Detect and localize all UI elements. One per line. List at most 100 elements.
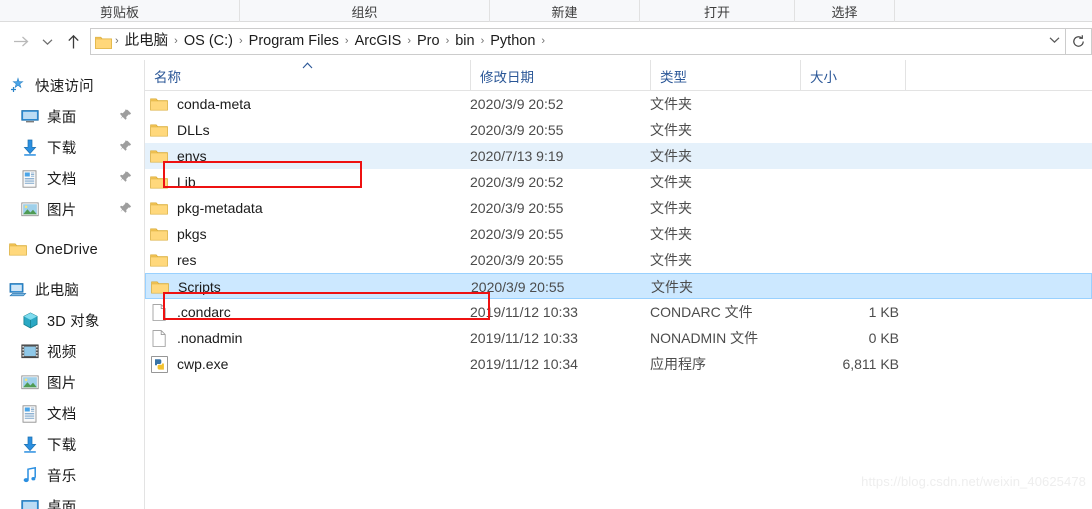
sidebar-item-label: 桌面 bbox=[47, 110, 77, 126]
file-size-cell: 6,811 KB bbox=[842, 356, 899, 372]
folder-icon bbox=[149, 198, 169, 218]
file-name-cell[interactable]: res bbox=[145, 247, 470, 273]
refresh-button[interactable] bbox=[1066, 28, 1092, 55]
file-name-cell[interactable]: envs bbox=[145, 143, 470, 169]
music-icon bbox=[20, 466, 40, 486]
explorer-body: 快速访问 桌面 下载 文档 图片 OneDrive 此电脑 3D 对象 视频 图片 文档 下载 音乐 桌面… bbox=[0, 60, 1092, 509]
sidebar-item-文档[interactable]: 文档 bbox=[0, 163, 144, 194]
sidebar-item-音乐[interactable]: 音乐 bbox=[0, 460, 144, 491]
table-row[interactable]: DLLs 2020/3/9 20:55 文件夹 bbox=[145, 117, 1092, 143]
address-breadcrumb-bar[interactable]: › 此电脑 › OS (C:) › Program Files › ArcGIS › Pro › bi… bbox=[90, 28, 1066, 55]
sidebar-item-3D 对象[interactable]: 3D 对象 bbox=[0, 305, 144, 336]
file-name-cell[interactable]: Scripts bbox=[146, 274, 471, 300]
breadcrumb-item[interactable]: 此电脑 bbox=[120, 29, 174, 54]
file-name-cell[interactable]: pkg-metadata bbox=[145, 195, 470, 221]
videos-icon bbox=[20, 342, 40, 362]
download-icon bbox=[20, 435, 40, 455]
file-size-cell bbox=[800, 117, 905, 143]
chevron-down-icon[interactable] bbox=[1043, 29, 1065, 54]
ribbon-group-label: 新建 bbox=[551, 4, 578, 20]
sidebar-item-文档[interactable]: 文档 bbox=[0, 398, 144, 429]
column-header-1[interactable]: 修改日期 bbox=[470, 60, 650, 91]
ribbon-group-1[interactable]: 组织 bbox=[240, 0, 490, 22]
table-row[interactable]: cwp.exe 2019/11/12 10:34 应用程序 6,811 KB bbox=[145, 351, 1092, 377]
folder-icon bbox=[149, 172, 169, 192]
ribbon-group-0[interactable]: 剪贴板 bbox=[0, 0, 240, 22]
column-header-2[interactable]: 类型 bbox=[650, 60, 800, 91]
sidebar-item-label: 桌面 bbox=[47, 500, 77, 509]
sidebar-item-下载[interactable]: 下载 bbox=[0, 132, 144, 163]
file-name-cell[interactable]: cwp.exe bbox=[145, 351, 470, 377]
file-name-text: pkg-metadata bbox=[177, 200, 263, 216]
file-name-cell[interactable]: conda-meta bbox=[145, 91, 470, 117]
breadcrumb-item[interactable]: Program Files bbox=[244, 29, 344, 54]
sidebar-item-图片[interactable]: 图片 bbox=[0, 367, 144, 398]
navigation-pane[interactable]: 快速访问 桌面 下载 文档 图片 OneDrive 此电脑 3D 对象 视频 图片 文档 下载 音乐 桌面 bbox=[0, 60, 145, 509]
table-row[interactable]: envs 2020/7/13 9:19 文件夹 bbox=[145, 143, 1092, 169]
file-name-cell[interactable]: pkgs bbox=[145, 221, 470, 247]
sidebar-item-OneDrive[interactable]: OneDrive bbox=[0, 234, 144, 265]
table-row[interactable]: .condarc 2019/11/12 10:33 CONDARC 文件 1 KB bbox=[145, 299, 1092, 325]
sidebar-item-桌面[interactable]: 桌面 bbox=[0, 491, 144, 509]
file-type-cell: 文件夹 bbox=[651, 279, 693, 295]
sidebar-item-此电脑[interactable]: 此电脑 bbox=[0, 274, 144, 305]
recent-locations-button[interactable] bbox=[34, 27, 60, 57]
sidebar-item-label: 图片 bbox=[47, 203, 77, 219]
file-size-cell bbox=[800, 91, 905, 117]
file-name-text: .condarc bbox=[177, 304, 231, 320]
ribbon-group-2[interactable]: 新建 bbox=[490, 0, 640, 22]
sidebar-item-视频[interactable]: 视频 bbox=[0, 336, 144, 367]
generic-file-icon bbox=[149, 328, 169, 348]
nav-section-gap bbox=[0, 225, 144, 234]
file-name-text: envs bbox=[177, 148, 207, 164]
breadcrumb-item[interactable]: ArcGIS bbox=[350, 29, 407, 54]
sidebar-item-label: 3D 对象 bbox=[47, 314, 100, 330]
table-row[interactable]: pkgs 2020/3/9 20:55 文件夹 bbox=[145, 221, 1092, 247]
file-size-cell bbox=[800, 143, 905, 169]
breadcrumb-item[interactable]: OS (C:) bbox=[179, 29, 238, 54]
sidebar-item-快速访问[interactable]: 快速访问 bbox=[0, 70, 144, 101]
breadcrumb-item[interactable]: Python bbox=[485, 29, 540, 54]
file-name-cell[interactable]: Lib bbox=[145, 169, 470, 195]
table-row[interactable]: .nonadmin 2019/11/12 10:33 NONADMIN 文件 0 KB bbox=[145, 325, 1092, 351]
table-row[interactable]: conda-meta 2020/3/9 20:52 文件夹 bbox=[145, 91, 1092, 117]
this-pc-icon bbox=[8, 280, 28, 300]
file-name-cell[interactable]: .nonadmin bbox=[145, 325, 470, 351]
up-one-level-button[interactable] bbox=[60, 27, 86, 57]
address-bar-row: › 此电脑 › OS (C:) › Program Files › ArcGIS › Pro › bi… bbox=[0, 23, 1092, 60]
file-type-cell: 文件夹 bbox=[650, 96, 692, 112]
column-divider[interactable] bbox=[905, 60, 915, 91]
table-row[interactable]: Scripts 2020/3/9 20:55 文件夹 bbox=[145, 273, 1092, 299]
forward-button[interactable] bbox=[8, 27, 34, 57]
file-type-cell: 文件夹 bbox=[650, 148, 692, 164]
table-row[interactable]: Lib 2020/3/9 20:52 文件夹 bbox=[145, 169, 1092, 195]
file-size-cell bbox=[800, 195, 905, 221]
pin-icon[interactable] bbox=[120, 201, 132, 219]
pin-icon[interactable] bbox=[120, 139, 132, 157]
column-header-0[interactable]: 名称 bbox=[145, 60, 470, 91]
file-name-cell[interactable]: DLLs bbox=[145, 117, 470, 143]
breadcrumb-item[interactable]: bin bbox=[450, 29, 479, 54]
ribbon-group-4[interactable]: 选择 bbox=[795, 0, 895, 22]
nav-section-gap bbox=[0, 265, 144, 274]
file-name-cell[interactable]: .condarc bbox=[145, 299, 470, 325]
table-row[interactable]: pkg-metadata 2020/3/9 20:55 文件夹 bbox=[145, 195, 1092, 221]
column-header-3[interactable]: 大小 bbox=[800, 60, 905, 91]
folder-icon bbox=[149, 120, 169, 140]
file-rows[interactable]: conda-meta 2020/3/9 20:52 文件夹 DLLs 2020/3/9 … bbox=[145, 91, 1092, 377]
file-date-cell: 2020/3/9 20:55 bbox=[470, 252, 564, 268]
pin-icon[interactable] bbox=[120, 170, 132, 188]
breadcrumb-item[interactable]: Pro bbox=[412, 29, 445, 54]
file-type-cell: 应用程序 bbox=[650, 356, 706, 372]
file-list-pane[interactable]: 名称 修改日期 类型 大小 conda-meta 2020/3/9 20:52 文件夹 DL… bbox=[145, 60, 1092, 509]
table-row[interactable]: res 2020/3/9 20:55 文件夹 bbox=[145, 247, 1092, 273]
pin-icon[interactable] bbox=[120, 108, 132, 126]
sidebar-item-桌面[interactable]: 桌面 bbox=[0, 101, 144, 132]
sidebar-item-图片[interactable]: 图片 bbox=[0, 194, 144, 225]
file-name-text: res bbox=[177, 252, 197, 268]
column-header-row[interactable]: 名称 修改日期 类型 大小 bbox=[145, 60, 1092, 91]
ribbon-group-3[interactable]: 打开 bbox=[640, 0, 795, 22]
file-size-cell: 0 KB bbox=[868, 330, 899, 346]
breadcrumb-separator[interactable]: › bbox=[540, 29, 546, 54]
sidebar-item-下载[interactable]: 下载 bbox=[0, 429, 144, 460]
